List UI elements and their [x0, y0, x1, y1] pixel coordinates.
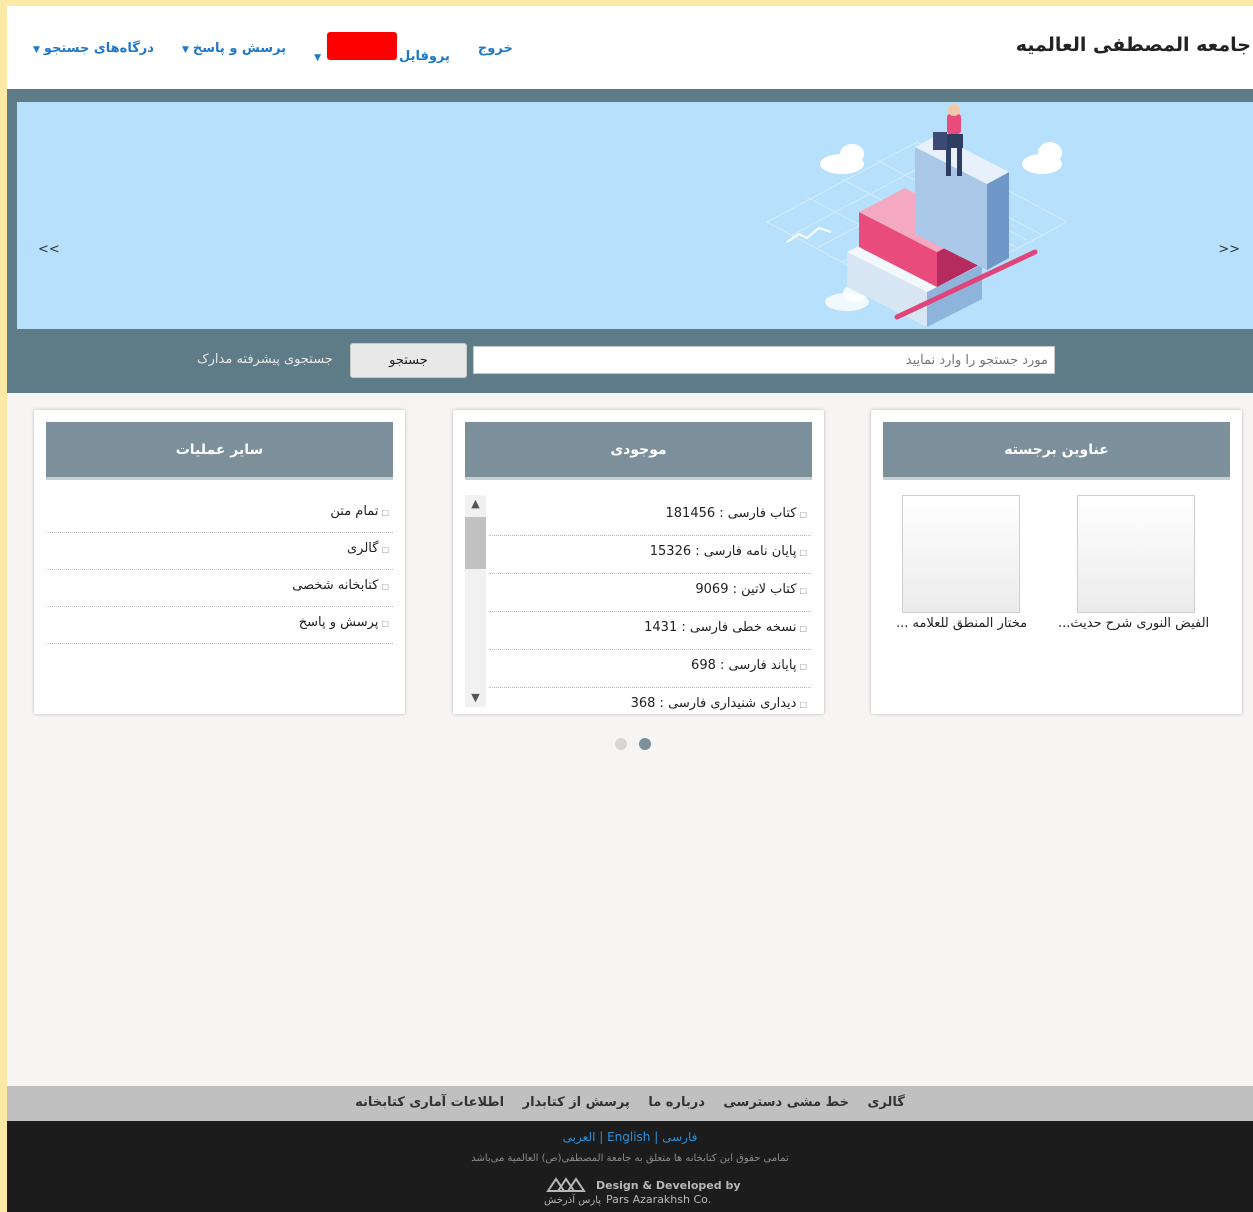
bullet-icon: □ — [381, 582, 389, 591]
featured-titles-card: عناوین برجسته الفیض النوری شرح حدیث... م… — [871, 410, 1242, 714]
ops-item-fulltext[interactable]: □تمام متن — [46, 496, 393, 533]
bullet-icon: □ — [799, 700, 807, 709]
nav-search-portals[interactable]: درگاه‌های جستجو▼ — [29, 41, 154, 56]
bullet-icon: □ — [381, 545, 389, 554]
bullet-icon: □ — [381, 619, 389, 628]
footer-bottom: فارسی | English | العربی تمامی حقوق این … — [7, 1121, 1253, 1212]
inventory-card: موجودی ▲ ▼ □کتاب فارسی : 181456 □پایان ن… — [453, 410, 824, 714]
copyright-text: تمامی حقوق این کتابخانه ها متعلق به جامع… — [471, 1153, 789, 1164]
operations-list: □تمام متن □گالری □کتابخانه شخصی □پرسش و … — [46, 496, 393, 644]
ops-item-qa[interactable]: □پرسش و پاسخ — [46, 607, 393, 644]
advanced-search-link[interactable]: جستجوی پیشرفته مدارک — [197, 352, 333, 367]
slider-prev-button[interactable]: << — [38, 242, 60, 257]
redacted-username — [326, 32, 397, 60]
language-switcher: فارسی | English | العربی — [562, 1130, 698, 1144]
inventory-scrollbar[interactable]: ▲ ▼ — [465, 495, 486, 707]
list-item[interactable]: □کتاب فارسی : 181456 — [489, 498, 811, 536]
featured-caption-1[interactable]: الفیض النوری شرح حدیث... — [1058, 616, 1209, 631]
slider-next-button[interactable]: >> — [1218, 242, 1240, 257]
developer-credit[interactable]: پارس آذرخش Design & Developed by Pars Az… — [542, 1175, 742, 1209]
carousel-dot-1[interactable] — [615, 738, 627, 750]
footer-link-statistics[interactable]: اطلاعات آماری کتابخانه — [355, 1095, 504, 1110]
header: جامعه المصطفی العالمیه درگاه‌های جستجو▼ … — [7, 6, 1253, 89]
other-operations-header: سایر عملیات — [46, 422, 393, 480]
footer-link-about[interactable]: درباره ما — [648, 1095, 705, 1110]
list-item[interactable]: □پایاند فارسی : 698 — [489, 650, 811, 688]
scroll-thumb[interactable] — [465, 517, 486, 569]
bullet-icon: □ — [799, 662, 807, 671]
featured-thumb-2[interactable] — [902, 495, 1020, 613]
chevron-down-icon: ▼ — [314, 53, 321, 63]
carousel-dot-2[interactable] — [639, 738, 651, 750]
chevron-down-icon: ▼ — [181, 44, 189, 55]
ops-item-personal-library[interactable]: □کتابخانه شخصی — [46, 570, 393, 607]
nav-logout[interactable]: خروج — [478, 41, 513, 56]
featured-caption-2[interactable]: مختار المنطق للعلامه ... — [896, 616, 1027, 631]
bullet-icon: □ — [799, 510, 807, 519]
banner-slider: << >> — [17, 102, 1253, 329]
lang-en[interactable]: English — [607, 1130, 650, 1144]
bullet-icon: □ — [799, 624, 807, 633]
footer-link-access-policy[interactable]: خط مشی دسترسی — [723, 1095, 849, 1110]
scroll-down-icon[interactable]: ▼ — [465, 689, 486, 707]
footer-link-ask-librarian[interactable]: پرسش از کتابدار — [523, 1095, 630, 1110]
search-input[interactable] — [473, 346, 1055, 374]
carousel-dots — [615, 738, 651, 750]
list-item[interactable]: □کتاب لاتین : 9069 — [489, 574, 811, 612]
lang-fa[interactable]: فارسی — [662, 1130, 697, 1144]
list-item[interactable]: □دیداری شنیداری فارسی : 368 — [489, 688, 811, 710]
scroll-up-icon[interactable]: ▲ — [465, 495, 486, 513]
books-illustration — [765, 104, 1069, 327]
footer-link-gallery[interactable]: گالری — [868, 1095, 905, 1110]
list-item[interactable]: □پایان نامه فارسی : 15326 — [489, 536, 811, 574]
footer-links: گالری خط مشی دسترسی درباره ما پرسش از کت… — [7, 1086, 1253, 1121]
top-nav: درگاه‌های جستجو▼ پرسش و پاسخ▼ پروفایل▼ خ… — [29, 32, 513, 64]
featured-thumb-1[interactable] — [1077, 495, 1195, 613]
lang-ar[interactable]: العربی — [563, 1130, 596, 1144]
bullet-icon: □ — [381, 508, 389, 517]
nav-profile[interactable]: پروفایل▼ — [310, 32, 450, 64]
nav-qa[interactable]: پرسش و پاسخ▼ — [178, 41, 286, 56]
page: جامعه المصطفی العالمیه درگاه‌های جستجو▼ … — [7, 6, 1253, 1212]
inventory-header: موجودی — [465, 422, 812, 480]
developer-line-2: Pars Azarakhsh Co. — [606, 1193, 712, 1206]
ops-item-gallery[interactable]: □گالری — [46, 533, 393, 570]
bullet-icon: □ — [799, 548, 807, 557]
inventory-list: □کتاب فارسی : 181456 □پایان نامه فارسی :… — [489, 498, 811, 710]
site-title[interactable]: جامعه المصطفی العالمیه — [1016, 34, 1251, 56]
search-button[interactable]: جستجو — [350, 343, 467, 378]
hero-section: << >> مورد جستجو را وارد نمایید جستجو جس… — [7, 89, 1253, 393]
bullet-icon: □ — [799, 586, 807, 595]
developer-line-1: Design & Developed by — [596, 1179, 741, 1192]
other-operations-card: سایر عملیات □تمام متن □گالری □کتابخانه ش… — [34, 410, 405, 714]
featured-titles-header: عناوین برجسته — [883, 422, 1230, 480]
list-item[interactable]: □نسخه خطی فارسی : 1431 — [489, 612, 811, 650]
developer-logo-text: پارس آذرخش — [544, 1195, 602, 1206]
chevron-down-icon: ▼ — [33, 44, 40, 55]
